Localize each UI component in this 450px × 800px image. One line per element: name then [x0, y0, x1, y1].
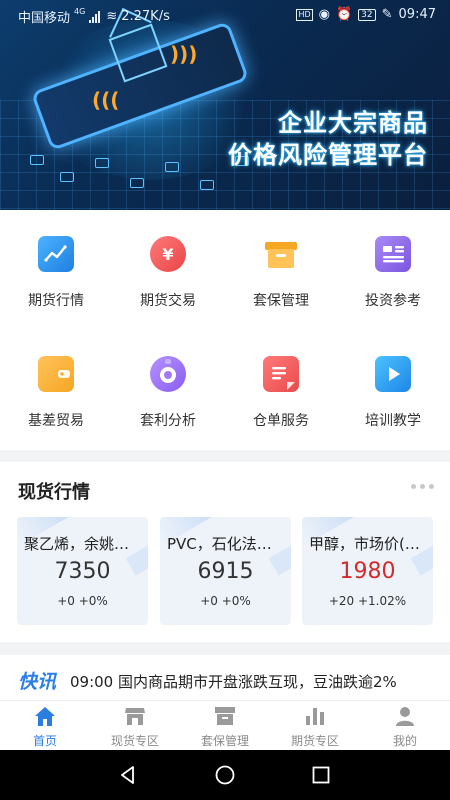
document-card-icon [375, 236, 411, 272]
func-label: 期货交易 [140, 293, 196, 309]
wifi-wave-icon: ))) [170, 42, 198, 66]
back-icon[interactable] [118, 765, 138, 785]
wallet-icon [38, 356, 74, 392]
func-label: 套保管理 [253, 293, 309, 309]
tab-label: 期货专区 [290, 734, 339, 748]
func-arbitrage-analysis[interactable]: 套利分析 [112, 330, 224, 440]
tab-label: 套保管理 [200, 734, 249, 748]
tab-futures-zone[interactable]: 期货专区 [270, 701, 360, 751]
quote-price: 6915 [197, 559, 254, 584]
tab-label: 首页 [32, 734, 57, 748]
store-icon [125, 708, 145, 725]
line-chart-icon [38, 236, 74, 272]
network-type: 4G [74, 7, 86, 16]
quote-price: 1980 [339, 559, 396, 584]
user-icon [396, 707, 414, 726]
wifi-icon: ≋ [106, 9, 118, 24]
clock-time: 09:47 [398, 7, 436, 22]
quote-card[interactable]: 甲醇，市场价(… 1980 +20 +1.02% [302, 517, 433, 625]
alarm-icon: ⏰ [335, 7, 353, 22]
func-label: 投资参考 [365, 293, 421, 309]
func-label: 期货行情 [28, 293, 84, 309]
eye-icon: ◉ [318, 7, 330, 22]
news-headline[interactable]: 09:00 国内商品期市开盘涨跌互现，豆油跌逾2% [70, 671, 397, 692]
tab-label: 我的 [392, 734, 417, 748]
battery-icon: 32 [358, 8, 376, 21]
hd-icon: HD [296, 8, 313, 21]
function-grid: 期货行情 ¥ 期货交易 套保管理 投资参考 基差贸易 套利分析 仓单服务 培训教… [0, 210, 450, 450]
carrier-label: 中国移动 [18, 11, 71, 26]
func-label: 仓单服务 [253, 413, 309, 429]
func-hedging-management[interactable]: 套保管理 [225, 210, 337, 320]
quote-price: 7350 [54, 559, 111, 584]
archive-box-icon [215, 707, 235, 725]
func-futures-quotes[interactable]: 期货行情 [0, 210, 112, 320]
quote-change: +20 +1.02% [328, 594, 407, 608]
func-label: 培训教学 [365, 413, 421, 429]
tab-profile[interactable]: 我的 [360, 701, 450, 751]
signal-icon [89, 10, 101, 23]
system-navigation-bar [0, 750, 450, 800]
home-circle-icon[interactable] [215, 765, 235, 785]
func-label: 基差贸易 [28, 413, 84, 429]
quote-name: 甲醇，市场价(… [309, 535, 420, 553]
func-futures-trading[interactable]: ¥ 期货交易 [112, 210, 224, 320]
wifi-wave-icon: ))) [92, 88, 120, 112]
camera-lens-icon [150, 356, 186, 392]
quote-change: +0 +0% [200, 594, 251, 608]
quote-change: +0 +0% [57, 594, 108, 608]
leaf-icon: ✎ [381, 7, 393, 22]
status-bar: 中国移动 4G ≋ 2.27K/s HD ◉ ⏰ 32 ✎ 09:47 [0, 0, 450, 30]
network-speed: 2.27K/s [121, 9, 170, 24]
more-icon[interactable] [411, 484, 434, 489]
receipt-icon [263, 356, 299, 392]
recent-apps-icon[interactable] [311, 765, 331, 785]
tab-spot-zone[interactable]: 现货专区 [90, 701, 180, 751]
promo-banner[interactable]: ))) ))) 企业大宗商品 价格风险管理平台 [0, 0, 450, 210]
news-ticker[interactable]: 快讯 09:00 国内商品期市开盘涨跌互现，豆油跌逾2% [0, 655, 450, 700]
flash-news-tag: 快讯 [18, 671, 57, 693]
func-training[interactable]: 培训教学 [337, 330, 449, 440]
quote-name: 聚乙烯，余姚… [24, 535, 130, 553]
func-investment-reference[interactable]: 投资参考 [337, 210, 449, 320]
tab-label: 现货专区 [110, 734, 159, 748]
func-warehouse-receipt[interactable]: 仓单服务 [225, 330, 337, 440]
bottom-tab-bar: 首页 现货专区 套保管理 期货专区 我的 [0, 700, 450, 750]
bar-chart-icon [306, 708, 324, 725]
quote-name: PVC，石化法… [167, 535, 272, 553]
quote-card[interactable]: 聚乙烯，余姚… 7350 +0 +0% [17, 517, 148, 625]
banner-title-line2: 价格风险管理平台 [228, 141, 428, 169]
func-label: 套利分析 [140, 413, 196, 429]
archive-box-icon [263, 236, 299, 272]
banner-title-line1: 企业大宗商品 [278, 109, 428, 137]
play-video-icon [375, 356, 411, 392]
app-screen: ))) ))) 企业大宗商品 价格风险管理平台 中国移动 4G ≋ 2.27K/… [0, 0, 450, 800]
spot-market-section: 现货行情 聚乙烯，余姚… 7350 +0 +0% PVC，石化法… 6915 +… [0, 462, 450, 642]
home-icon [35, 707, 55, 726]
quote-card[interactable]: PVC，石化法… 6915 +0 +0% [160, 517, 291, 625]
tab-home[interactable]: 首页 [0, 701, 90, 751]
section-title: 现货行情 [18, 482, 90, 503]
tab-hedging[interactable]: 套保管理 [180, 701, 270, 751]
yen-coin-icon: ¥ [150, 236, 186, 272]
func-basis-trade[interactable]: 基差贸易 [0, 330, 112, 440]
